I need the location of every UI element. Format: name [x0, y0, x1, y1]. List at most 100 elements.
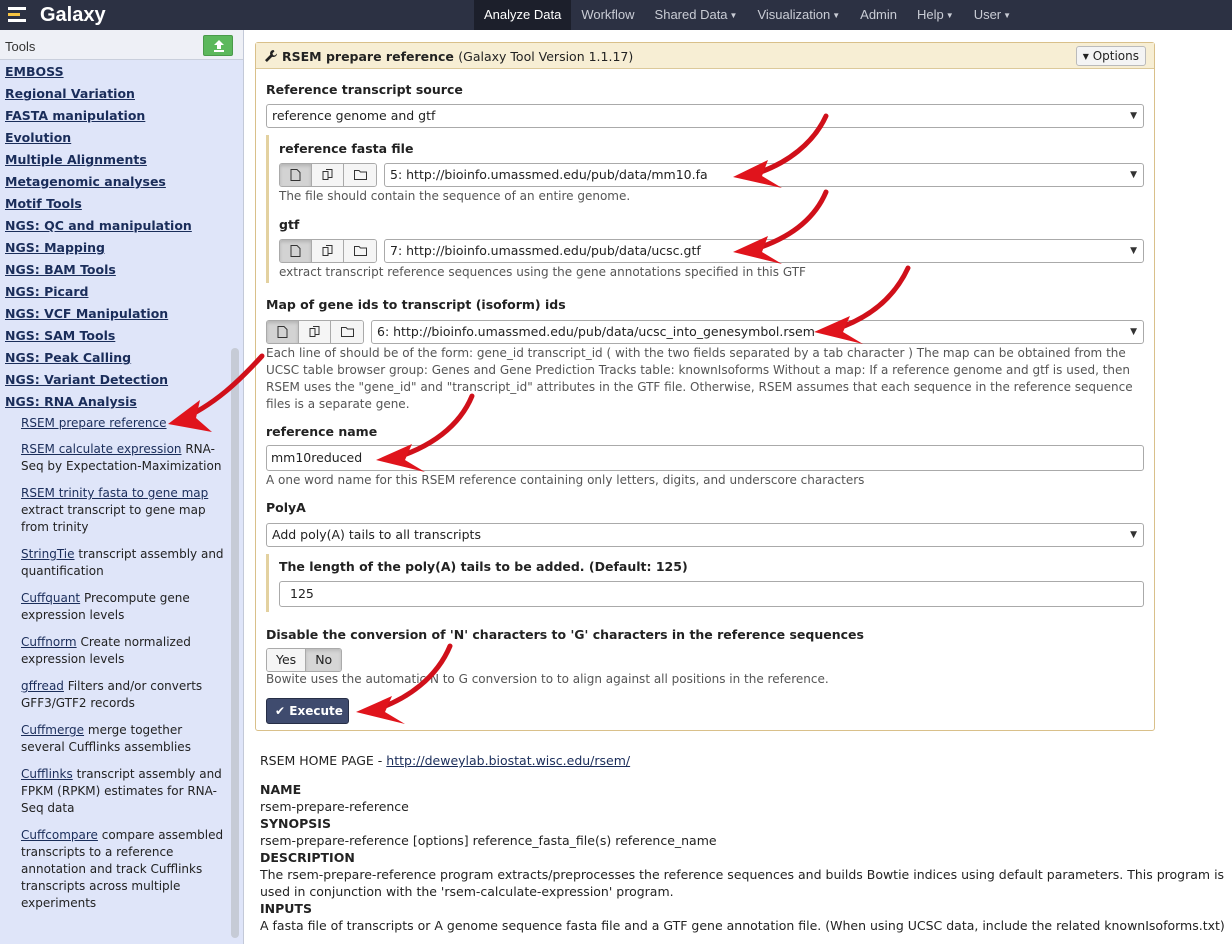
tool-link[interactable]: Cuffmerge — [21, 723, 84, 737]
single-dataset-button[interactable] — [280, 240, 312, 262]
file-icon — [290, 169, 301, 181]
map-select[interactable]: 6: http://bioinfo.umassmed.edu/pub/data/… — [371, 320, 1144, 344]
nconv-toggle: Yes No — [266, 648, 343, 672]
section-ngs-peak-calling[interactable]: NGS: Peak Calling — [0, 349, 232, 371]
section-evolution[interactable]: Evolution — [0, 129, 232, 151]
nav-admin[interactable]: Admin — [850, 0, 907, 30]
tool-gffread: gffread Filters and/or converts GFF3/GTF… — [0, 678, 232, 712]
section-ngs-variant-detection[interactable]: NGS: Variant Detection — [0, 371, 232, 393]
nconv-label: Disable the conversion of 'N' characters… — [266, 627, 864, 642]
nconv-no-button[interactable]: No — [305, 649, 342, 671]
section-ngs-qc[interactable]: NGS: QC and manipulation — [0, 217, 232, 239]
folder-icon — [341, 327, 354, 337]
help-heading-description: DESCRIPTION — [260, 850, 355, 865]
help-heading-name: NAME — [260, 782, 302, 797]
tool-panel-title: Tools — [5, 39, 36, 54]
galaxy-logo[interactable]: Galaxy — [8, 2, 106, 28]
section-ngs-picard[interactable]: NGS: Picard — [0, 283, 232, 305]
section-motif-tools[interactable]: Motif Tools — [0, 195, 232, 217]
check-icon: ✔ — [275, 704, 286, 718]
nav-shared-data[interactable]: Shared Data ▼ — [645, 0, 748, 30]
map-help: Each line of should be of the form: gene… — [266, 346, 1133, 411]
fasta-help: The file should contain the sequence of … — [279, 189, 631, 203]
nav-help[interactable]: Help ▼ — [907, 0, 964, 30]
tool-link[interactable]: gffread — [21, 679, 64, 693]
section-regional-variation[interactable]: Regional Variation — [0, 85, 232, 107]
help-text-description: The rsem-prepare-reference program extra… — [260, 867, 1225, 899]
section-ngs-rna-analysis[interactable]: NGS: RNA Analysis — [0, 393, 232, 415]
nav-workflow[interactable]: Workflow — [571, 0, 644, 30]
section-fasta-manipulation[interactable]: FASTA manipulation — [0, 107, 232, 129]
tool-rsem-prepare-reference: RSEM prepare reference — [0, 415, 232, 432]
tool-link[interactable]: StringTie — [21, 547, 75, 561]
polya-select[interactable]: Add poly(A) tails to all transcripts ▼ — [266, 523, 1144, 547]
tool-rsem-trinity: RSEM trinity fasta to gene map extract t… — [0, 485, 232, 536]
tool-link[interactable]: Cuffnorm — [21, 635, 77, 649]
section-metagenomic-analyses[interactable]: Metagenomic analyses — [0, 173, 232, 195]
multiple-datasets-button[interactable] — [312, 164, 344, 186]
nav-user[interactable]: User ▼ — [964, 0, 1021, 30]
ref-source-section — [266, 135, 269, 283]
nav-analyze-data[interactable]: Analyze Data — [474, 0, 572, 30]
gtf-select[interactable]: 7: http://bioinfo.umassmed.edu/pub/data/… — [384, 239, 1144, 263]
tool-version: (Galaxy Tool Version 1.1.17) — [458, 49, 634, 64]
collection-button[interactable] — [331, 321, 363, 343]
execute-button[interactable]: ✔ Execute — [266, 698, 349, 724]
caret-down-icon: ▼ — [1130, 246, 1137, 256]
tool-link[interactable]: Cufflinks — [21, 767, 73, 781]
section-multiple-alignments[interactable]: Multiple Alignments — [0, 151, 232, 173]
section-ngs-vcf[interactable]: NGS: VCF Manipulation — [0, 305, 232, 327]
tool-panel-scrollbar[interactable] — [231, 348, 239, 938]
help-heading-inputs: INPUTS — [260, 901, 312, 916]
files-icon — [309, 326, 320, 337]
caret-down-icon: ▼ — [945, 11, 954, 20]
tool-link[interactable]: RSEM prepare reference — [21, 416, 167, 430]
fasta-input-type-buttons — [279, 163, 377, 187]
tool-link[interactable]: Cuffquant — [21, 591, 80, 605]
home-page-link[interactable]: http://deweylab.biostat.wisc.edu/rsem/ — [386, 753, 630, 768]
section-ngs-mapping[interactable]: NGS: Mapping — [0, 239, 232, 261]
upload-icon — [214, 40, 224, 52]
section-ngs-bam-tools[interactable]: NGS: BAM Tools — [0, 261, 232, 283]
multiple-datasets-button[interactable] — [299, 321, 331, 343]
section-emboss[interactable]: EMBOSS — [0, 63, 232, 85]
polya-section — [266, 554, 269, 612]
collection-button[interactable] — [344, 164, 376, 186]
ref-source-select[interactable]: reference genome and gtf ▼ — [266, 104, 1144, 128]
nconv-yes-button[interactable]: Yes — [267, 649, 306, 671]
nav-visualization[interactable]: Visualization ▼ — [747, 0, 850, 30]
single-dataset-button[interactable] — [280, 164, 312, 186]
tool-link[interactable]: RSEM trinity fasta to gene map — [21, 486, 208, 500]
folder-icon — [354, 246, 367, 256]
wrench-icon — [265, 50, 277, 62]
tool-cufflinks: Cufflinks transcript assembly and FPKM (… — [0, 766, 232, 817]
caret-down-icon: ▼ — [729, 11, 738, 20]
gtf-label: gtf — [279, 217, 300, 232]
refname-input[interactable]: mm10reduced — [266, 445, 1144, 471]
options-button[interactable]: ▼ Options — [1075, 46, 1146, 66]
tool-link[interactable]: RSEM calculate expression — [21, 442, 182, 456]
masthead: Galaxy Analyze Data Workflow Shared Data… — [0, 0, 1232, 30]
caret-down-icon: ▼ — [1130, 170, 1137, 180]
folder-icon — [354, 170, 367, 180]
home-page-line: RSEM HOME PAGE - http://deweylab.biostat… — [260, 753, 631, 768]
tool-rsem-calculate-expression: RSEM calculate expression RNA-Seq by Exp… — [0, 441, 232, 475]
tool-form: RSEM prepare reference (Galaxy Tool Vers… — [255, 42, 1155, 731]
tool-link[interactable]: Cuffcompare — [21, 828, 98, 842]
caret-down-icon: ▼ — [1130, 111, 1137, 121]
tool-description: extract transcript to gene map from trin… — [21, 503, 206, 534]
tool-panel-header: Tools — [0, 30, 243, 60]
nconv-help: Bowite uses the automatic N to G convers… — [266, 672, 829, 686]
tool-panel: Tools EMBOSS Regional Variation FASTA ma… — [0, 30, 244, 944]
multiple-datasets-button[interactable] — [312, 240, 344, 262]
file-icon — [290, 245, 301, 257]
single-dataset-button[interactable] — [267, 321, 299, 343]
refname-label: reference name — [266, 424, 378, 439]
gtf-help: extract transcript reference sequences u… — [279, 265, 806, 279]
fasta-select[interactable]: 5: http://bioinfo.umassmed.edu/pub/data/… — [384, 163, 1144, 187]
section-ngs-sam-tools[interactable]: NGS: SAM Tools — [0, 327, 232, 349]
upload-button[interactable] — [203, 35, 233, 56]
files-icon — [322, 245, 333, 256]
collection-button[interactable] — [344, 240, 376, 262]
polya-length-input[interactable]: 125 — [279, 581, 1144, 607]
